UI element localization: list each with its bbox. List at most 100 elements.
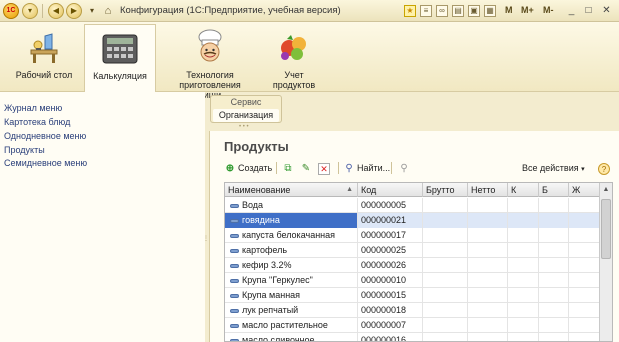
- cell-empty[interactable]: [539, 303, 569, 318]
- cell-empty[interactable]: [508, 198, 539, 213]
- cell-empty[interactable]: [508, 288, 539, 303]
- scroll-thumb[interactable]: [601, 199, 611, 259]
- cell-empty[interactable]: [539, 288, 569, 303]
- column-header-b[interactable]: Б: [539, 183, 569, 197]
- cell-empty[interactable]: [539, 333, 569, 341]
- cell-empty[interactable]: [569, 273, 600, 288]
- column-header-net[interactable]: Нетто: [468, 183, 508, 197]
- scroll-up-arrow-icon[interactable]: ▲: [600, 184, 612, 196]
- edit-button[interactable]: ✎: [300, 159, 314, 177]
- memory-m-button[interactable]: M: [505, 5, 513, 15]
- section-desktop[interactable]: Рабочий стол: [14, 24, 74, 92]
- cell-empty[interactable]: [468, 333, 508, 341]
- cell-name[interactable]: говядина: [225, 213, 358, 228]
- table-row[interactable]: лук репчатый 000000018: [225, 303, 600, 318]
- cell-code[interactable]: 000000025: [358, 243, 423, 258]
- column-header-zh[interactable]: Ж: [569, 183, 600, 197]
- cell-code[interactable]: 000000016: [358, 333, 423, 341]
- cell-empty[interactable]: [423, 258, 468, 273]
- cell-name[interactable]: Крупа манная: [225, 288, 358, 303]
- table-row[interactable]: кефир 3.2% 000000026: [225, 258, 600, 273]
- cell-empty[interactable]: [508, 213, 539, 228]
- cell-code[interactable]: 000000005: [358, 198, 423, 213]
- cell-empty[interactable]: [468, 273, 508, 288]
- cell-empty[interactable]: [468, 243, 508, 258]
- section-cooking-technology[interactable]: Технология приготовления пищи: [170, 24, 250, 100]
- cell-empty[interactable]: [569, 243, 600, 258]
- cell-empty[interactable]: [423, 213, 468, 228]
- cell-empty[interactable]: [539, 318, 569, 333]
- cell-empty[interactable]: [569, 288, 600, 303]
- all-actions-button[interactable]: Все действия ▾: [522, 159, 585, 177]
- calendar-icon[interactable]: ▦: [484, 5, 496, 17]
- cell-name[interactable]: картофель: [225, 243, 358, 258]
- cell-empty[interactable]: [423, 288, 468, 303]
- cell-empty[interactable]: [508, 318, 539, 333]
- cell-empty[interactable]: [539, 273, 569, 288]
- cell-name[interactable]: лук репчатый: [225, 303, 358, 318]
- cell-empty[interactable]: [468, 258, 508, 273]
- find-button[interactable]: ⚲ Найти...: [343, 159, 390, 177]
- cell-empty[interactable]: [569, 213, 600, 228]
- column-header-code[interactable]: Код: [358, 183, 423, 197]
- cell-empty[interactable]: [569, 258, 600, 273]
- table-row[interactable]: Вода 000000005: [225, 198, 600, 213]
- cell-name[interactable]: масло растительное: [225, 318, 358, 333]
- cell-empty[interactable]: [468, 213, 508, 228]
- menu-circle-icon[interactable]: ▾: [22, 3, 38, 19]
- cell-empty[interactable]: [468, 303, 508, 318]
- close-button[interactable]: ✕: [600, 4, 613, 17]
- copy-button[interactable]: ⧉: [282, 159, 296, 177]
- cell-empty[interactable]: [569, 228, 600, 243]
- cell-code[interactable]: 000000015: [358, 288, 423, 303]
- print-icon[interactable]: ▤: [452, 5, 464, 17]
- cell-name[interactable]: капуста белокачанная: [225, 228, 358, 243]
- cell-code[interactable]: 000000021: [358, 213, 423, 228]
- table-row[interactable]: масло сливочное 000000016: [225, 333, 600, 341]
- table-row[interactable]: говядина 000000021: [225, 213, 600, 228]
- section-calculation[interactable]: Калькуляция: [84, 24, 156, 92]
- cell-code[interactable]: 000000010: [358, 273, 423, 288]
- nav-item-seven-day-menu[interactable]: Семидневное меню: [4, 158, 87, 168]
- create-button[interactable]: ⊕ Создать: [224, 159, 272, 177]
- cell-name[interactable]: Вода: [225, 198, 358, 213]
- cell-empty[interactable]: [508, 243, 539, 258]
- memory-plus-button[interactable]: M+: [521, 5, 534, 15]
- organization-item[interactable]: Организация: [213, 109, 279, 122]
- logo-1c-icon[interactable]: 1С: [3, 3, 19, 19]
- cancel-search-button[interactable]: ⚲: [398, 159, 412, 177]
- help-button[interactable]: ?: [598, 159, 612, 177]
- panel-resize-handle[interactable]: • • •: [239, 124, 249, 130]
- column-header-name[interactable]: Наименование ▲: [225, 183, 358, 197]
- cell-empty[interactable]: [423, 198, 468, 213]
- save-icon[interactable]: ▣: [468, 5, 480, 17]
- nav-item-dish-cards[interactable]: Картотека блюд: [4, 117, 70, 127]
- back-arrow-icon[interactable]: ◀: [48, 3, 64, 19]
- table-row[interactable]: Крупа манная 000000015: [225, 288, 600, 303]
- cell-empty[interactable]: [569, 303, 600, 318]
- cell-code[interactable]: 000000018: [358, 303, 423, 318]
- column-header-k[interactable]: К: [508, 183, 539, 197]
- cell-empty[interactable]: [423, 243, 468, 258]
- section-products-accounting[interactable]: Учет продуктов: [262, 24, 326, 92]
- delete-button[interactable]: ✕: [318, 159, 332, 177]
- cell-empty[interactable]: [539, 213, 569, 228]
- cell-empty[interactable]: [508, 333, 539, 341]
- cell-code[interactable]: 000000007: [358, 318, 423, 333]
- favorites-star-icon[interactable]: ★: [404, 5, 416, 17]
- home-icon[interactable]: ⌂: [100, 3, 116, 19]
- cell-empty[interactable]: [539, 243, 569, 258]
- cell-code[interactable]: 000000017: [358, 228, 423, 243]
- cell-name[interactable]: кефир 3.2%: [225, 258, 358, 273]
- maximize-button[interactable]: □: [582, 4, 595, 17]
- nav-item-products[interactable]: Продукты: [4, 145, 45, 155]
- nav-item-menu-journal[interactable]: Журнал меню: [4, 103, 62, 113]
- cell-empty[interactable]: [468, 318, 508, 333]
- cell-empty[interactable]: [423, 228, 468, 243]
- nav-item-one-day-menu[interactable]: Однодневное меню: [4, 131, 86, 141]
- cell-empty[interactable]: [423, 303, 468, 318]
- link-icon[interactable]: ∞: [436, 5, 448, 17]
- cell-empty[interactable]: [539, 228, 569, 243]
- table-row[interactable]: капуста белокачанная 000000017: [225, 228, 600, 243]
- cell-empty[interactable]: [569, 333, 600, 341]
